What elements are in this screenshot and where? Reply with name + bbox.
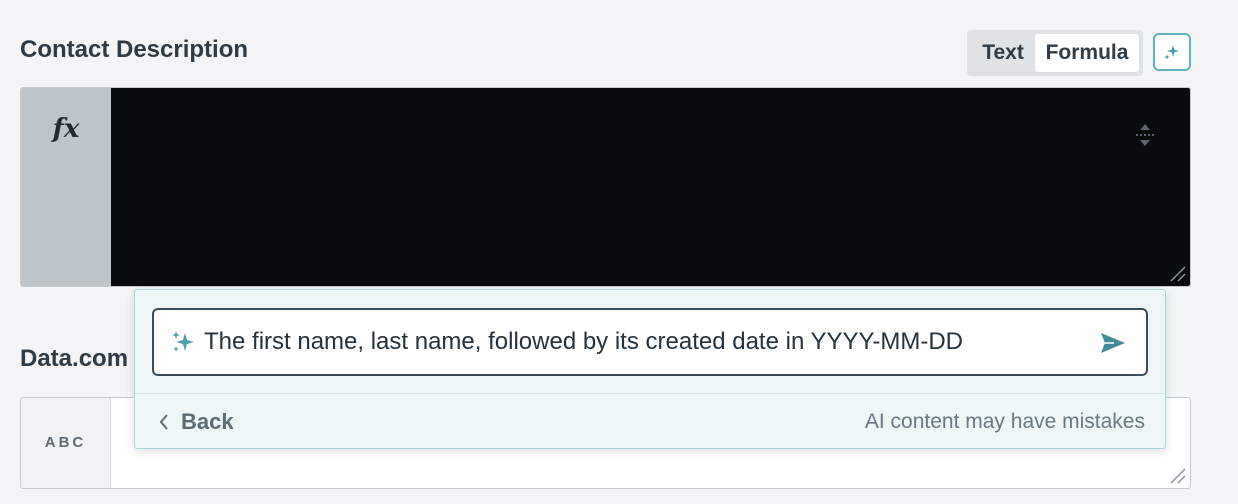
formula-mode-button[interactable]: Formula bbox=[1035, 34, 1139, 72]
resize-grip-icon[interactable] bbox=[1169, 467, 1187, 485]
ai-assist-button[interactable] bbox=[1153, 33, 1191, 71]
ai-disclaimer: AI content may have mistakes bbox=[864, 409, 1145, 433]
ai-prompt-value: The first name, last name, followed by i… bbox=[204, 328, 963, 355]
fx-icon: fx bbox=[52, 114, 80, 144]
ai-prompt-input[interactable]: The first name, last name, followed by i… bbox=[152, 308, 1148, 376]
sparkle-icon bbox=[172, 331, 194, 352]
expand-vertical-icon[interactable] bbox=[1134, 122, 1156, 148]
back-button[interactable]: Back bbox=[159, 409, 234, 435]
mode-toggle: Text Formula bbox=[967, 30, 1143, 76]
resize-grip-icon[interactable] bbox=[1169, 265, 1187, 283]
formula-editor-panel: Contact Description Text Formula fx Data… bbox=[0, 0, 1238, 504]
formula-editor[interactable] bbox=[111, 88, 1190, 286]
contact-description-label: Contact Description bbox=[20, 36, 249, 63]
send-icon[interactable] bbox=[1100, 332, 1126, 354]
ai-popover-footer: Back AI content may have mistakes bbox=[135, 393, 1165, 449]
sparkle-icon bbox=[1164, 45, 1179, 60]
back-label: Back bbox=[181, 408, 234, 434]
formula-gutter: fx bbox=[21, 88, 111, 286]
ai-prompt-popover: The first name, last name, followed by i… bbox=[134, 289, 1166, 449]
text-mode-button[interactable]: Text bbox=[971, 34, 1035, 72]
text-type-badge: ABC bbox=[21, 398, 111, 488]
datacom-label: Data.com bbox=[20, 345, 129, 372]
chevron-left-icon bbox=[159, 413, 168, 430]
formula-field: fx bbox=[20, 87, 1191, 287]
